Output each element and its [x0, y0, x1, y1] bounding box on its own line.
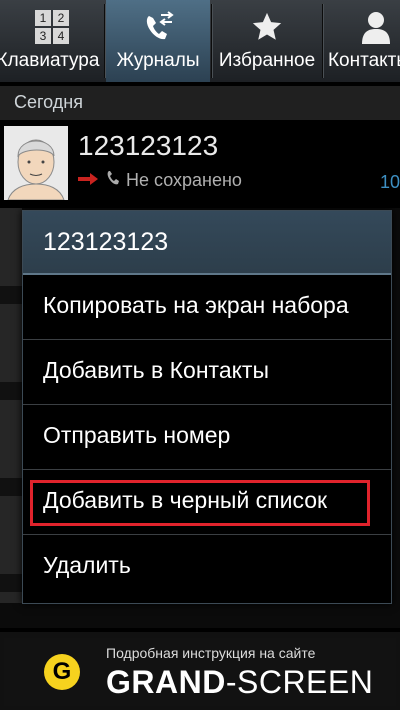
brand-bold: GRAND: [106, 664, 226, 700]
call-status: Не сохранено: [78, 170, 242, 191]
dialog-title: 123123123: [43, 228, 169, 256]
call-log-icon: [141, 10, 175, 44]
logo-letter: G: [52, 658, 72, 685]
menu-item-label: Копировать на экран набора: [43, 292, 349, 318]
menu-item-label: Добавить в Контакты: [43, 357, 269, 383]
tab-label: Клавиатура: [0, 50, 100, 71]
outgoing-arrow-icon: [78, 170, 100, 191]
grand-screen-logo-icon: G: [44, 654, 80, 690]
tab-divider: [322, 4, 323, 78]
dimmed-row-edges: [0, 208, 22, 603]
call-log-row[interactable]: 123123123 Не сохранено 10: [0, 122, 400, 206]
menu-item-label: Отправить номер: [43, 422, 231, 448]
phone-icon: [106, 170, 120, 191]
brand-rest: -SCREEN: [225, 664, 374, 700]
tab-keypad[interactable]: 1 2 3 4 Клавиатура: [0, 0, 104, 82]
menu-item-add-to-contacts[interactable]: Добавить в Контакты: [23, 340, 391, 405]
caller-number: 123123123: [78, 130, 219, 161]
tab-favorites[interactable]: Избранное: [213, 0, 321, 82]
menu-item-label: Удалить: [43, 552, 131, 578]
tab-divider: [211, 4, 212, 78]
banner-subtitle: Подробная инструкция на сайте: [106, 645, 316, 661]
keypad-icon: 1 2 3 4: [35, 10, 69, 44]
menu-item-label: Добавить в черный список: [43, 487, 328, 513]
dialog-title-bar: 123123123: [23, 211, 391, 275]
contact-person-icon: [361, 10, 391, 44]
menu-item-send-number[interactable]: Отправить номер: [23, 405, 391, 470]
context-menu-dialog: 123123123 Копировать на экран набора Доб…: [22, 210, 392, 604]
tab-bar: 1 2 3 4 Клавиатура Журналы Избранное Кон…: [0, 0, 400, 82]
call-time: 10: [379, 172, 400, 192]
menu-item-add-to-blacklist[interactable]: Добавить в черный список: [23, 470, 391, 535]
keypad-digit: 1: [35, 10, 51, 26]
menu-item-copy-to-dialer[interactable]: Копировать на экран набора: [23, 275, 391, 340]
tab-label: Журналы: [116, 50, 200, 71]
call-status-text: Не сохранено: [126, 170, 242, 190]
tab-divider: [104, 4, 105, 78]
keypad-digit: 3: [35, 28, 51, 44]
tab-label: Избранное: [218, 50, 316, 71]
keypad-digit: 4: [53, 28, 69, 44]
menu-item-delete[interactable]: Удалить: [23, 535, 391, 599]
tab-contacts[interactable]: Контакты: [324, 0, 400, 82]
section-header: Сегодня: [0, 86, 400, 120]
banner-brand: GRAND-SCREEN: [106, 664, 373, 701]
keypad-digit: 2: [53, 10, 69, 26]
avatar: [4, 126, 68, 201]
star-icon: [250, 10, 284, 44]
section-header-label: Сегодня: [14, 92, 83, 112]
tab-call-log[interactable]: Журналы: [106, 0, 210, 82]
tab-label: Контакты: [327, 50, 400, 71]
